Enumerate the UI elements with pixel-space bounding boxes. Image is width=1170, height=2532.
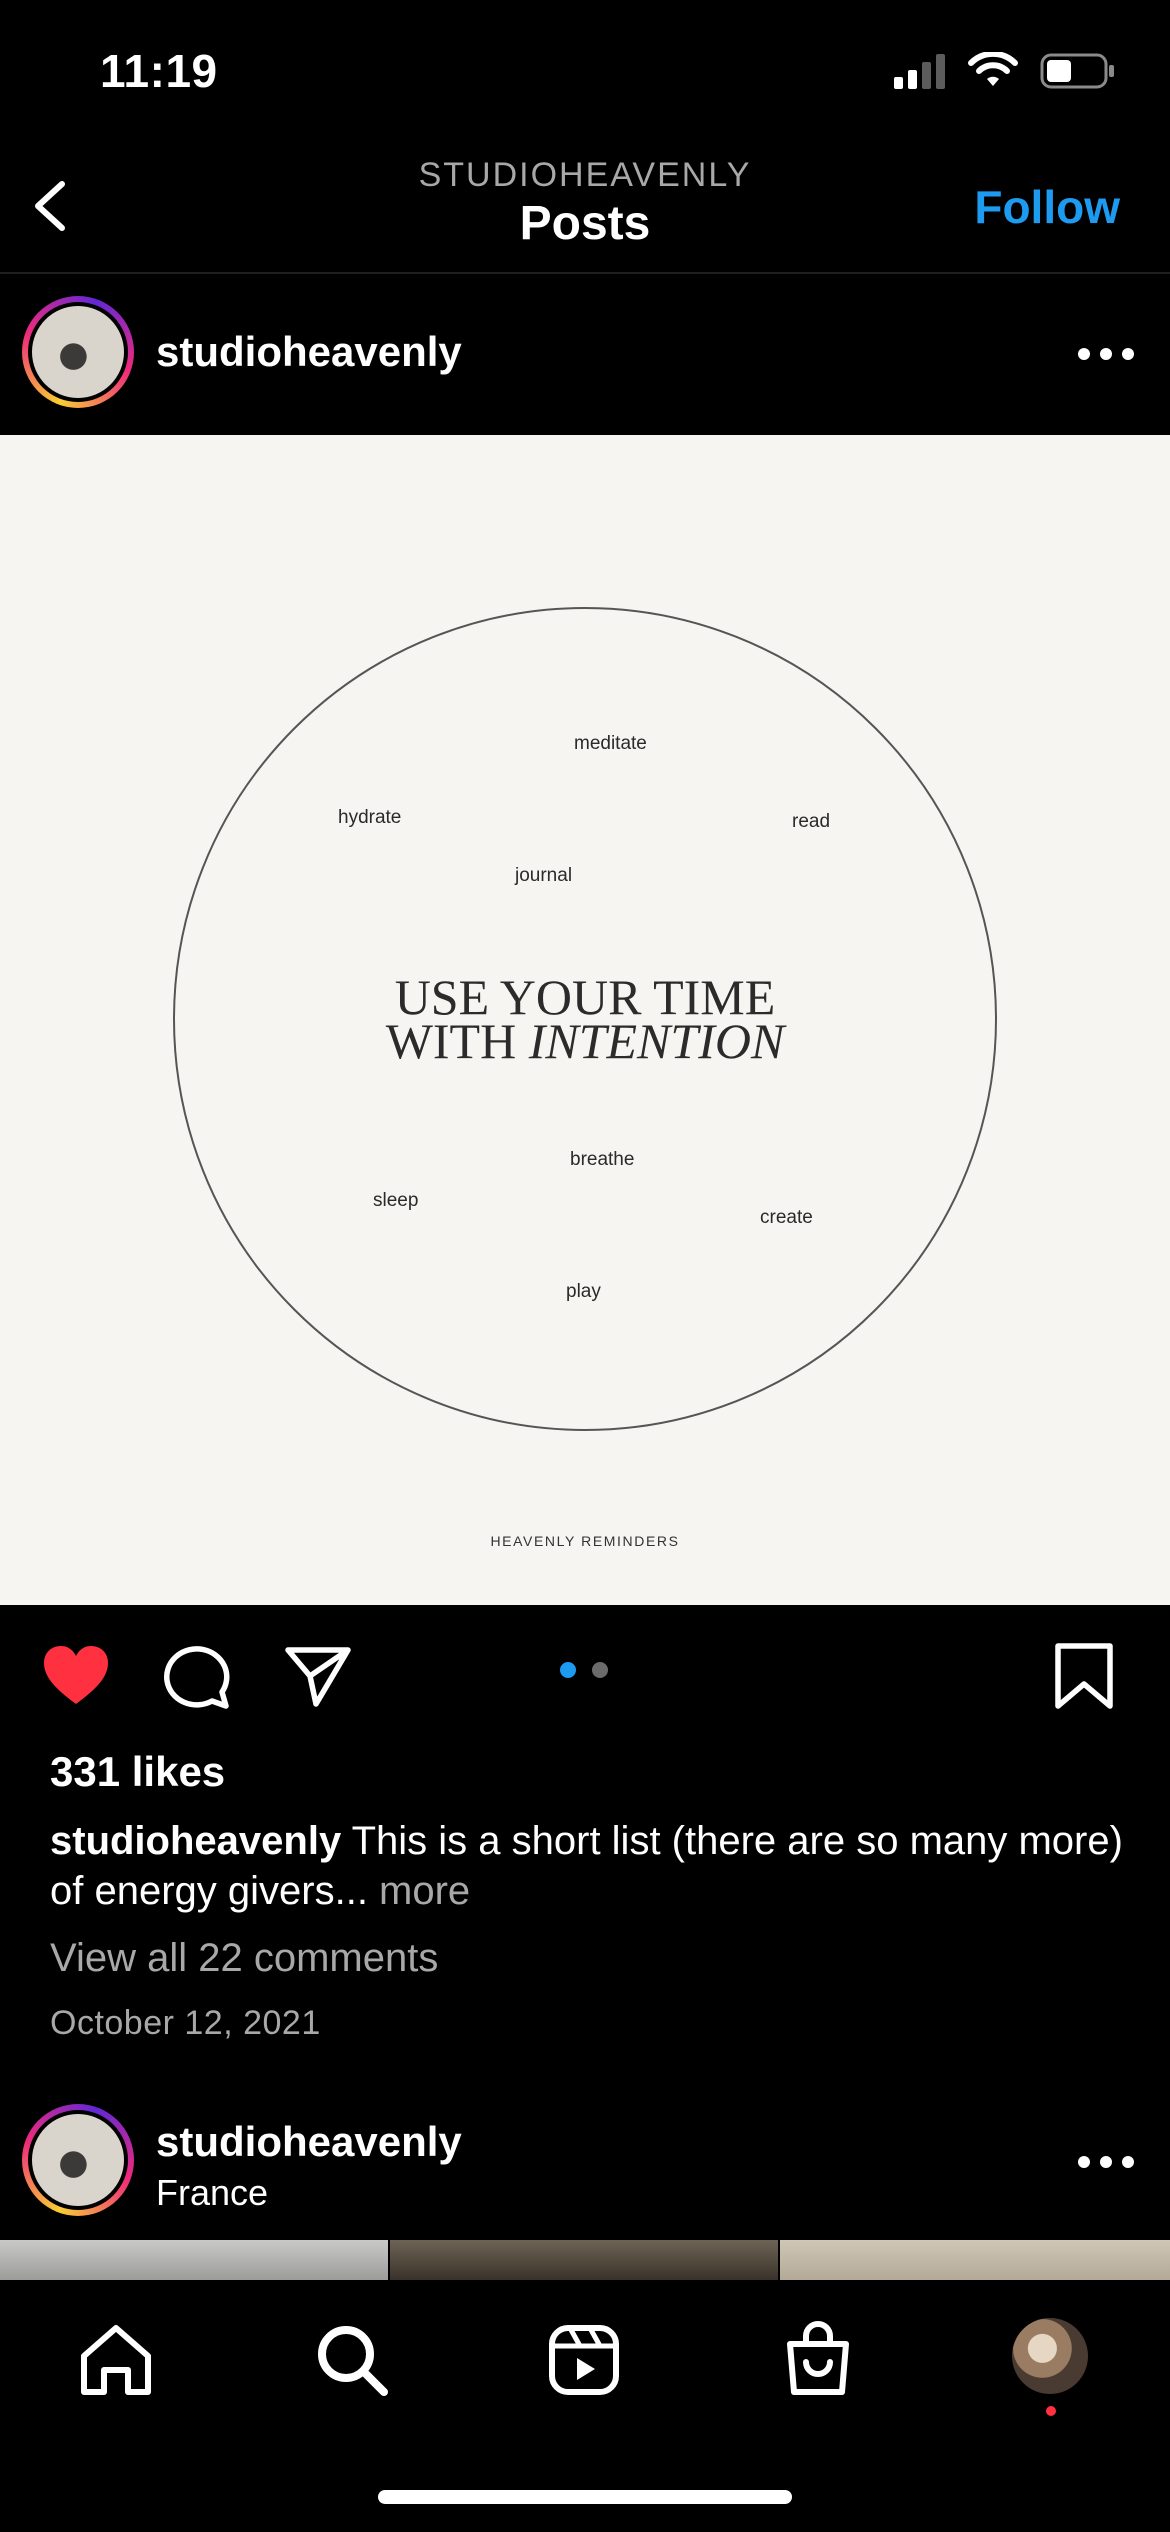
post-image-footer: HEAVENLY REMINDERS: [490, 1533, 680, 1549]
battery-icon: [1040, 53, 1114, 89]
caption-username[interactable]: studioheavenly: [50, 1819, 341, 1863]
likes-count[interactable]: 331 likes: [50, 1748, 225, 1796]
caption: studioheavenly This is a short list (the…: [50, 1816, 1130, 1916]
view-comments-link[interactable]: View all 22 comments: [50, 1936, 438, 1981]
next-post-username[interactable]: studioheavenly: [156, 2118, 462, 2166]
word-read: read: [792, 811, 831, 832]
post-date: October 12, 2021: [50, 2004, 321, 2042]
next-post-image-1[interactable]: [0, 2240, 388, 2280]
notification-dot: [1046, 2406, 1056, 2416]
more-options-icon[interactable]: [1076, 344, 1136, 364]
caption-more-link[interactable]: more: [379, 1869, 470, 1913]
word-breathe: breathe: [570, 1149, 635, 1170]
next-post-location[interactable]: France: [156, 2172, 268, 2214]
next-post-avatar[interactable]: [22, 2104, 134, 2216]
status-time: 11:19: [100, 45, 218, 97]
status-icons: [894, 52, 1116, 90]
home-icon[interactable]: [76, 2320, 156, 2400]
headline-line-2: WITH INTENTION: [385, 1013, 785, 1069]
profile-avatar-tab[interactable]: [1012, 2318, 1088, 2394]
share-send-icon[interactable]: [282, 1640, 354, 1712]
reels-icon[interactable]: [544, 2320, 624, 2400]
post-image[interactable]: meditate hydrate read journal breathe sl…: [0, 435, 1170, 1605]
home-indicator[interactable]: [378, 2490, 792, 2504]
post-avatar[interactable]: [22, 296, 134, 408]
next-post-image-2[interactable]: [390, 2240, 778, 2280]
comment-icon[interactable]: [162, 1640, 234, 1712]
bookmark-icon[interactable]: [1048, 1640, 1120, 1712]
header-divider: [0, 272, 1170, 274]
wifi-icon: [968, 52, 1018, 86]
next-post-image-3[interactable]: [780, 2240, 1170, 2280]
word-play: play: [566, 1281, 601, 1302]
word-create: create: [760, 1207, 813, 1228]
word-hydrate: hydrate: [338, 807, 402, 828]
avatar-photo: [32, 2114, 124, 2206]
shop-icon[interactable]: [778, 2320, 858, 2400]
search-icon[interactable]: [312, 2320, 392, 2400]
post-headline: USE YOUR TIME WITH INTENTION: [335, 972, 835, 1069]
carousel-dot: [592, 1662, 608, 1678]
avatar-photo: [32, 306, 124, 398]
more-options-icon[interactable]: [1076, 2152, 1136, 2172]
word-sleep: sleep: [373, 1190, 419, 1211]
carousel-dot-active: [560, 1662, 576, 1678]
word-journal: journal: [515, 865, 573, 886]
like-heart-icon[interactable]: [40, 1640, 112, 1712]
post-username[interactable]: studioheavenly: [156, 328, 462, 376]
word-meditate: meditate: [574, 733, 647, 754]
follow-button[interactable]: Follow: [974, 180, 1120, 234]
cellular-signal-icon: [894, 54, 945, 89]
